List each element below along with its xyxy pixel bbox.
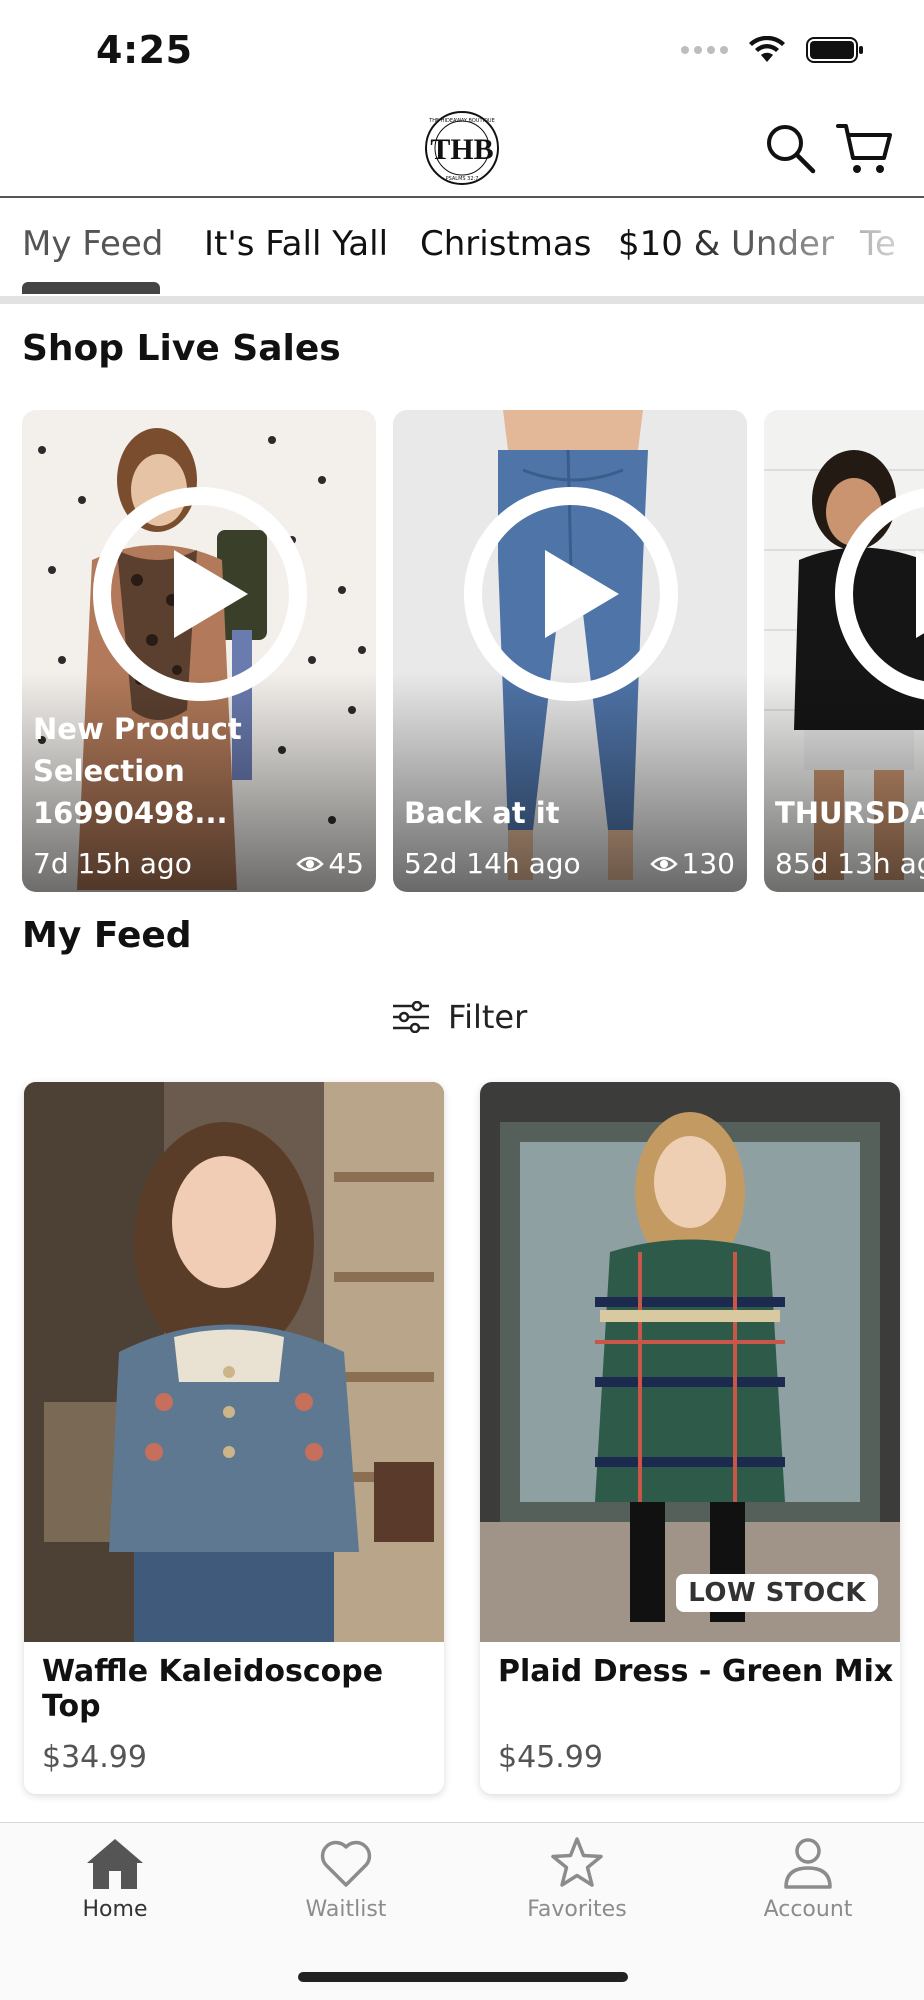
product-image bbox=[480, 1082, 900, 1642]
product-price: $45.99 bbox=[498, 1740, 603, 1775]
home-indicator bbox=[298, 1972, 628, 1982]
tab-10-and-under[interactable]: $10 & Under bbox=[618, 224, 834, 264]
live-sale-card[interactable]: Back at it 52d 14h ago 130 bbox=[393, 410, 747, 892]
wifi-icon bbox=[749, 36, 785, 62]
live-sale-card[interactable]: New Product Selection 16990498... 7d 15h… bbox=[22, 410, 376, 892]
play-icon[interactable] bbox=[463, 486, 679, 702]
nav-home[interactable]: Home bbox=[25, 1835, 205, 1922]
logo-ring-bottom: PSALMS 32:7 bbox=[446, 176, 479, 182]
category-tabs: My Feed It's Fall Yall Christmas $10 & U… bbox=[0, 198, 924, 298]
live-sale-time: 85d 13h ag bbox=[775, 847, 924, 880]
live-sale-view-count: 45 bbox=[328, 847, 364, 880]
low-stock-badge: LOW STOCK bbox=[676, 1574, 878, 1612]
eye-icon bbox=[296, 856, 325, 871]
nav-favorites-label: Favorites bbox=[527, 1897, 627, 1922]
feed-title: My Feed bbox=[22, 915, 192, 956]
live-sale-title: THURSDAY bbox=[775, 796, 924, 830]
product-name: Plaid Dress - Green Mix bbox=[498, 1654, 894, 1689]
status-bar: 4:25 bbox=[0, 0, 924, 100]
product-card[interactable]: LOW STOCK Plaid Dress - Green Mix $45.99 bbox=[480, 1082, 900, 1794]
tab-its-fall-yall[interactable]: It's Fall Yall bbox=[204, 224, 388, 264]
live-sale-time: 7d 15h ago bbox=[33, 847, 192, 880]
product-name: Waffle Kaleidoscope Top bbox=[42, 1654, 384, 1724]
live-sales-carousel[interactable]: New Product Selection 16990498... 7d 15h… bbox=[0, 410, 924, 892]
logo[interactable]: THB THE HIDEAWAY BOUTIQUE PSALMS 32:7 bbox=[424, 110, 500, 186]
nav-favorites[interactable]: Favorites bbox=[487, 1835, 667, 1922]
nav-waitlist-label: Waitlist bbox=[305, 1897, 387, 1922]
live-sale-view-count: 130 bbox=[681, 847, 735, 880]
tab-christmas[interactable]: Christmas bbox=[420, 224, 591, 264]
nav-waitlist[interactable]: Waitlist bbox=[256, 1835, 436, 1922]
play-icon[interactable] bbox=[92, 486, 308, 702]
nav-home-label: Home bbox=[82, 1897, 148, 1922]
live-sale-title: New Product Selection 16990498... bbox=[33, 712, 242, 830]
logo-text: THB bbox=[430, 133, 493, 166]
person-icon bbox=[784, 1838, 832, 1889]
product-image bbox=[24, 1082, 444, 1642]
battery-icon bbox=[806, 37, 863, 63]
live-sale-views: 130 bbox=[649, 847, 735, 880]
home-icon bbox=[87, 1839, 143, 1889]
search-icon[interactable] bbox=[762, 120, 818, 176]
live-sales-title: Shop Live Sales bbox=[22, 328, 341, 369]
filter-label: Filter bbox=[448, 998, 528, 1036]
eye-icon bbox=[649, 856, 678, 871]
heart-icon bbox=[320, 1840, 372, 1887]
live-sale-card[interactable]: THURSDAY 85d 13h ag bbox=[764, 410, 924, 892]
live-sale-time: 52d 14h ago bbox=[404, 847, 581, 880]
active-tab-indicator bbox=[22, 282, 160, 294]
product-price: $34.99 bbox=[42, 1740, 147, 1775]
cart-icon[interactable] bbox=[834, 118, 894, 178]
tab-next[interactable]: Te bbox=[860, 224, 896, 264]
cellular-signal-icon bbox=[681, 46, 728, 54]
logo-ring-top: THE HIDEAWAY BOUTIQUE bbox=[428, 118, 495, 124]
live-sale-views: 45 bbox=[296, 847, 364, 880]
star-icon bbox=[551, 1837, 603, 1887]
nav-account-label: Account bbox=[763, 1897, 853, 1922]
filter-sliders-icon bbox=[393, 1001, 429, 1033]
tab-my-feed[interactable]: My Feed bbox=[22, 224, 163, 264]
live-sale-title: Back at it bbox=[404, 796, 560, 830]
filter-button[interactable]: Filter bbox=[392, 998, 527, 1036]
play-icon[interactable] bbox=[834, 486, 924, 702]
product-card[interactable]: Waffle Kaleidoscope Top $34.99 bbox=[24, 1082, 444, 1794]
status-icons bbox=[681, 36, 864, 64]
app-header: THB THE HIDEAWAY BOUTIQUE PSALMS 32:7 bbox=[0, 100, 924, 198]
nav-account[interactable]: Account bbox=[718, 1835, 898, 1922]
status-time: 4:25 bbox=[96, 28, 193, 72]
tabs-divider bbox=[0, 296, 924, 304]
